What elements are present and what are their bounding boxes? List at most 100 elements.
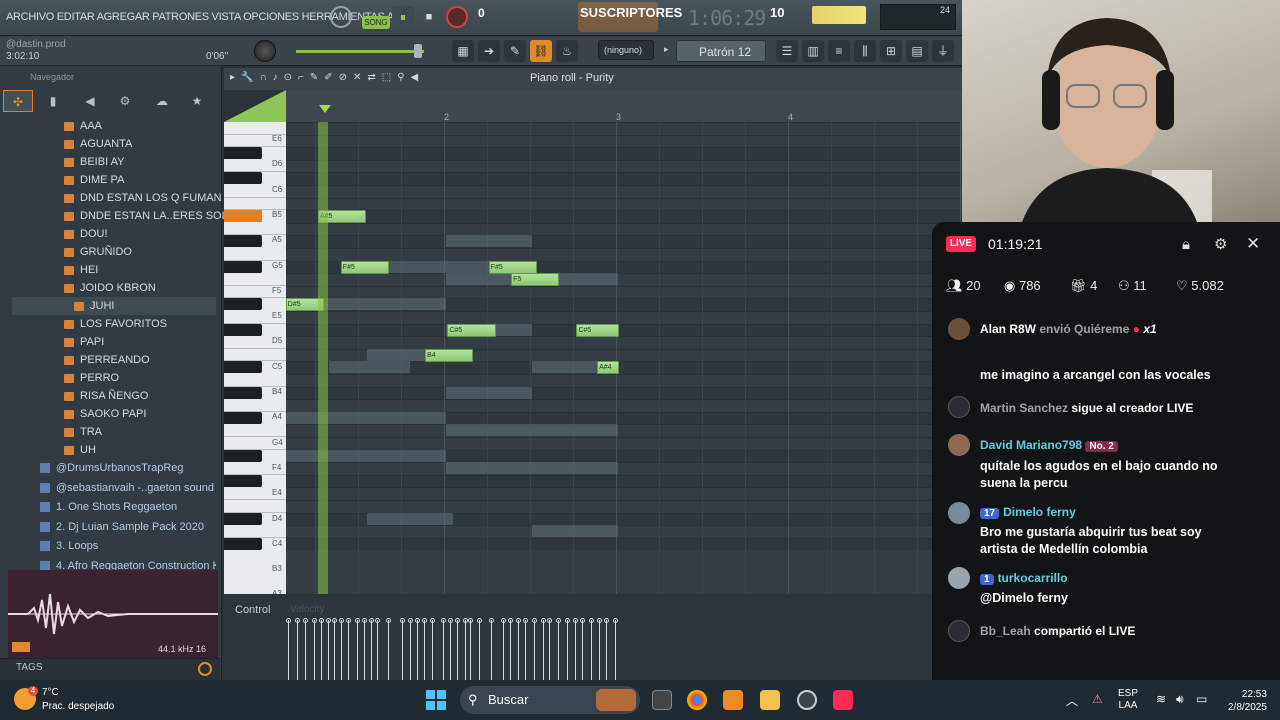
- fl-studio-icon[interactable]: [723, 690, 743, 710]
- link-icon[interactable]: ⛓: [530, 40, 552, 62]
- velocity-handle[interactable]: [476, 618, 482, 623]
- velocity-handle[interactable]: [564, 618, 570, 623]
- velocity-bar[interactable]: [399, 618, 405, 680]
- avatar[interactable]: [948, 434, 970, 456]
- velocity-bar[interactable]: [476, 618, 482, 680]
- star-tab-icon[interactable]: ★: [182, 90, 212, 112]
- velocity-bar[interactable]: [415, 618, 420, 680]
- black-key[interactable]: [224, 474, 262, 487]
- source-item[interactable]: 2. Dj Luian Sample Pack 2020: [40, 518, 204, 537]
- note[interactable]: B4: [425, 348, 474, 362]
- velocity-bar[interactable]: [354, 618, 360, 680]
- velocity-bar[interactable]: [339, 618, 345, 680]
- volume-icon[interactable]: 🔊︎: [1176, 692, 1184, 707]
- velocity-bar[interactable]: [346, 618, 352, 680]
- wifi-icon[interactable]: ≋: [1156, 692, 1166, 706]
- song-mode-toggle[interactable]: SONG: [362, 16, 390, 29]
- file-explorer-icon[interactable]: [760, 690, 780, 710]
- velocity-handle[interactable]: [408, 618, 414, 623]
- browser-icon[interactable]: ▤: [906, 40, 928, 62]
- velocity-handle[interactable]: [339, 618, 345, 623]
- lock-icon[interactable]: 🔒︎: [1182, 236, 1190, 253]
- chrome-icon[interactable]: [687, 690, 707, 710]
- note[interactable]: F#5: [488, 260, 537, 274]
- pattern-select[interactable]: (ninguno): [598, 40, 654, 60]
- velocity-handle[interactable]: [580, 618, 586, 623]
- note[interactable]: F#5: [340, 260, 389, 274]
- note-grid[interactable]: A#5F#5D#5F#5F5C#5C#5B4A#4: [286, 122, 962, 594]
- black-key[interactable]: [224, 449, 262, 462]
- velocity-bar[interactable]: [604, 618, 610, 680]
- source-item[interactable]: 1. One Shots Reggaeton: [40, 498, 177, 517]
- velocity-handle[interactable]: [454, 618, 460, 623]
- velocity-handle[interactable]: [597, 618, 603, 623]
- black-key[interactable]: [224, 172, 262, 185]
- velocity-bar[interactable]: [368, 618, 374, 680]
- velocity-handle[interactable]: [354, 618, 360, 623]
- white-key[interactable]: [224, 122, 286, 135]
- velocity-bar[interactable]: [361, 618, 367, 680]
- velocity-bar[interactable]: [547, 618, 553, 680]
- white-key[interactable]: [224, 273, 286, 286]
- piano-roll-tools[interactable]: ▸🔧∩♪⊙⌐✎✐⊘✕⇄⬚⚲◀: [230, 72, 424, 83]
- white-key[interactable]: [224, 399, 286, 412]
- velocity-bar[interactable]: [507, 618, 513, 680]
- folder-item[interactable]: DOU!: [64, 225, 108, 243]
- white-key[interactable]: [224, 349, 286, 362]
- velocity-handle[interactable]: [516, 618, 522, 623]
- velocity-handle[interactable]: [303, 618, 309, 623]
- tempo-display[interactable]: 0: [478, 6, 518, 26]
- velocity-bar[interactable]: [454, 618, 460, 680]
- velocity-bar[interactable]: [468, 618, 474, 680]
- velocity-bar[interactable]: [375, 618, 381, 680]
- source-item[interactable]: @sebastianvaih -..gaeton sound kit): [40, 479, 216, 498]
- white-key[interactable]: [224, 374, 286, 387]
- folder-item[interactable]: BEIBI AY: [64, 153, 124, 171]
- source-item[interactable]: @DrumsUrbanosTrapReg: [40, 459, 184, 478]
- black-key[interactable]: [224, 260, 262, 273]
- folder-item[interactable]: JUHI: [12, 297, 216, 315]
- velocity-bar[interactable]: [286, 618, 291, 680]
- folder-item[interactable]: RISA ÑENGO: [64, 387, 148, 405]
- cloud-tab-icon[interactable]: ☁: [147, 90, 177, 112]
- playlist-icon[interactable]: ☰: [776, 40, 798, 62]
- search-icon[interactable]: [198, 662, 212, 676]
- metronome-icon[interactable]: ♨: [556, 40, 578, 62]
- avatar[interactable]: [948, 318, 970, 340]
- folder-item[interactable]: PAPI: [64, 333, 104, 351]
- velocity-handle[interactable]: [385, 618, 391, 623]
- piano-keyboard[interactable]: E6 D6 C6 B5 A5 G5 F5 E5 D5 C5 B4 A4 G4 F4 E4 D4 C4 B3 A3: [224, 122, 286, 594]
- obs-icon[interactable]: [797, 690, 817, 710]
- language-indicator[interactable]: ESP LAA: [1118, 688, 1138, 712]
- chevron-up-icon[interactable]: ︿: [1066, 692, 1078, 709]
- folder-item[interactable]: HEI: [64, 261, 98, 279]
- folder-item[interactable]: JOIDO KBRON: [64, 279, 156, 297]
- folder-item[interactable]: SAOKO PAPI: [64, 405, 146, 423]
- black-key[interactable]: [224, 537, 262, 550]
- velocity-bar[interactable]: [540, 618, 546, 680]
- white-key[interactable]: [224, 525, 286, 538]
- folder-item[interactable]: AAA: [64, 117, 102, 135]
- black-key[interactable]: [224, 512, 262, 525]
- folder-item[interactable]: LOS FAVORITOS: [64, 315, 167, 333]
- pattern-name[interactable]: Patrón 12: [676, 40, 766, 62]
- velocity-handle[interactable]: [294, 618, 300, 623]
- timeline-ruler[interactable]: [286, 90, 962, 122]
- keyboard-icon[interactable]: ▦: [452, 40, 474, 62]
- velocity-bar[interactable]: [597, 618, 603, 680]
- master-volume-slider[interactable]: [296, 50, 424, 53]
- velocity-handle[interactable]: [311, 618, 317, 623]
- velocity-bar[interactable]: [430, 618, 436, 680]
- clock[interactable]: 22:53 2/8/2025: [1228, 688, 1267, 714]
- record-button[interactable]: [446, 6, 468, 28]
- velocity-bar[interactable]: [385, 618, 391, 680]
- velocity-bar[interactable]: [573, 618, 579, 680]
- velocity-bar[interactable]: [612, 618, 618, 680]
- black-key[interactable]: [224, 411, 262, 424]
- plugin-tab-icon[interactable]: ⚙: [110, 90, 140, 112]
- velocity-handle[interactable]: [286, 618, 291, 623]
- avatar[interactable]: [948, 502, 970, 524]
- velocity-handle[interactable]: [523, 618, 529, 623]
- chat-username[interactable]: 1 turkocarrillo: [980, 571, 1068, 585]
- tiktok-icon[interactable]: [833, 690, 853, 710]
